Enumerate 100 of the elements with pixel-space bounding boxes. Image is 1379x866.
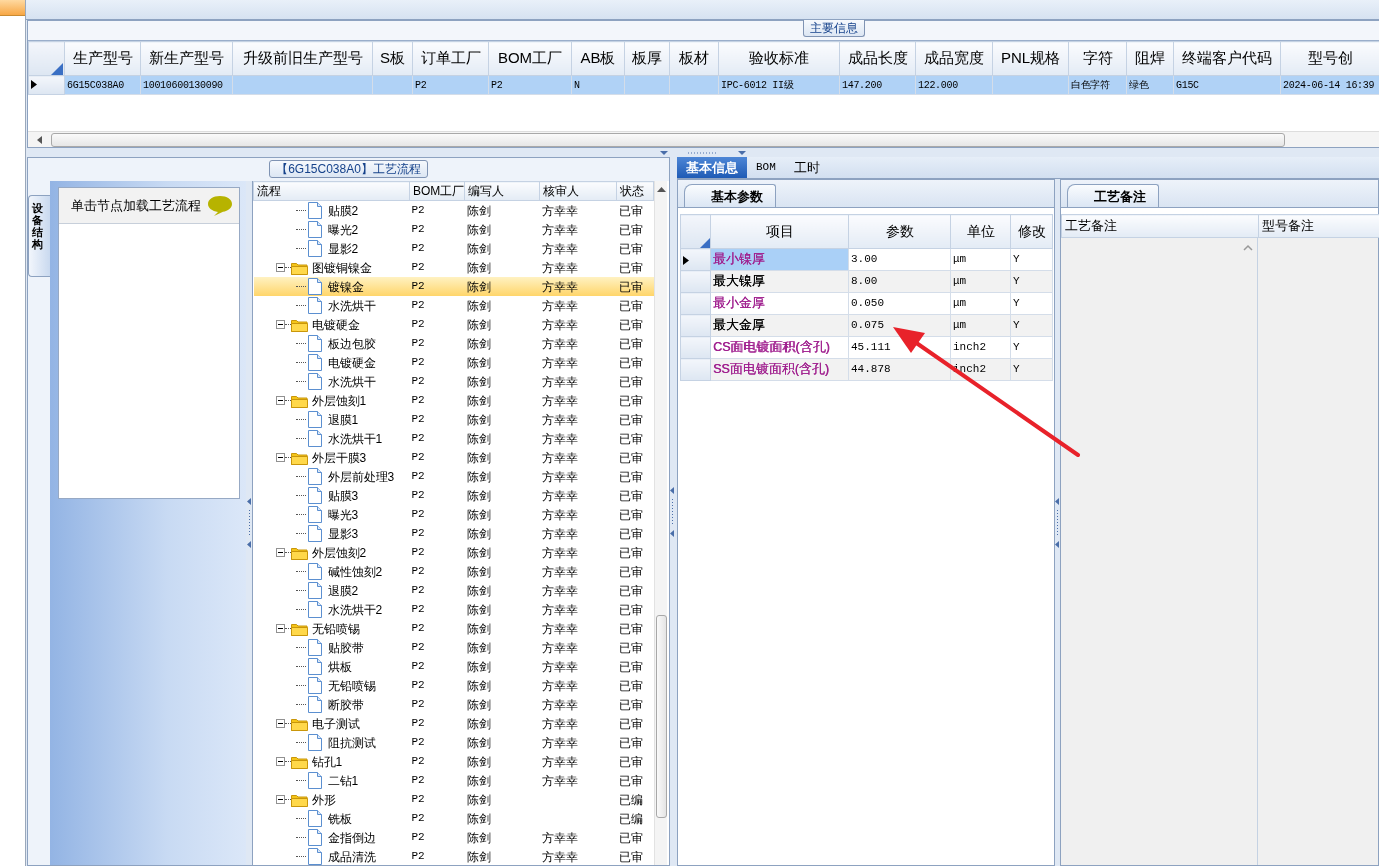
node-label[interactable]: 钻孔1 [311,752,343,771]
side-tab[interactable]: 设备结构 [28,195,50,278]
tree-row[interactable]: 外层干膜3 P2 陈剑 方幸幸 已审 [253,448,654,467]
column-header[interactable]: PNL规格 [992,41,1069,76]
tree-row[interactable]: 外层蚀刻2 P2 陈剑 方幸幸 已审 [253,543,654,562]
node-label[interactable]: 烘板 [327,657,352,676]
collapse-icon[interactable] [275,320,285,329]
collapse-icon[interactable] [275,548,285,557]
tree-row[interactable]: 显影2 P2 陈剑 方幸幸 已审 [253,239,654,258]
table-row[interactable]: 最小金厚 0.050 μm Y [680,292,1053,315]
tree-row[interactable]: 水洗烘干 P2 陈剑 方幸幸 已审 [253,372,654,391]
panel-tab[interactable]: 工艺备注 [1067,183,1159,207]
tree-row[interactable]: 显影3 P2 陈剑 方幸幸 已审 [253,524,654,543]
column-header[interactable]: S板 [372,41,413,76]
tree-row[interactable]: 水洗烘干2 P2 陈剑 方幸幸 已审 [253,600,654,619]
tree-row[interactable]: 二钻1 P2 陈剑 方幸幸 已审 [253,771,654,790]
node-label[interactable]: 碱性蚀刻2 [327,562,383,581]
tree-row[interactable]: 外层前处理3 P2 陈剑 方幸幸 已审 [253,467,654,486]
table-row[interactable]: 6G15C038A0 10010600130090 P2 P2 N IPC-6012 II级 147.200 122.000 白色字符 绿色 G15C 2024-06-14 16:39 [28,75,1379,95]
node-label[interactable]: 显影3 [327,524,359,543]
tree-row[interactable]: 烘板 P2 陈剑 方幸幸 已审 [253,657,654,676]
column-header[interactable]: 字符 [1068,41,1127,76]
node-label[interactable]: 二钻1 [327,771,359,790]
column-header[interactable]: 单位 [950,214,1011,249]
tree-row[interactable]: 铣板 P2 陈剑 已编 [253,809,654,828]
node-label[interactable]: 曝光2 [327,220,359,239]
collapse-icon[interactable] [275,795,285,804]
scrollbar-thumb[interactable] [655,615,667,818]
tree-row[interactable]: 钻孔1 P2 陈剑 方幸幸 已审 [253,752,654,771]
node-label[interactable]: 外层干膜3 [311,448,367,467]
node-label[interactable]: 水洗烘干2 [327,600,383,619]
node-label[interactable]: 贴胶带 [327,638,364,657]
collapse-icon[interactable] [275,263,285,272]
tree-row[interactable]: 贴膜2 P2 陈剑 方幸幸 已审 [253,200,654,220]
tree-row[interactable]: 电子测试 P2 陈剑 方幸幸 已审 [253,714,654,733]
column-header[interactable]: 升级前旧生产型号 [232,41,373,76]
scrollbar-thumb[interactable] [51,132,1285,147]
column-header[interactable]: 核审人 [539,181,617,201]
node-label[interactable]: 退膜1 [327,410,359,429]
node-label[interactable]: 水洗烘干1 [327,429,383,448]
tree-row[interactable]: 电镀硬金 P2 陈剑 方幸幸 已审 [253,315,654,334]
node-label[interactable]: 阻抗测试 [327,733,376,752]
column-header[interactable]: 生产型号 [64,41,141,76]
node-label[interactable]: 贴膜2 [327,201,359,220]
tree-row[interactable]: 曝光3 P2 陈剑 方幸幸 已审 [253,505,654,524]
tree-row[interactable]: 外形 P2 陈剑 已编 [253,790,654,809]
tab[interactable]: 基本信息 [677,157,747,178]
node-label[interactable]: 退膜2 [327,581,359,600]
node-label[interactable]: 无铅喷锡 [327,676,376,695]
column-header[interactable]: BOM工厂 [409,181,465,201]
column-header[interactable]: 阻焊 [1126,41,1174,76]
scroll-up-icon[interactable] [655,185,667,195]
collapse-icon[interactable] [275,624,285,633]
node-label[interactable]: 外形 [311,790,336,809]
column-header[interactable]: 状态 [616,181,654,201]
node-label[interactable]: 外层蚀刻1 [311,391,367,410]
tree-row[interactable]: 退膜1 P2 陈剑 方幸幸 已审 [253,410,654,429]
tab[interactable]: 工时 [784,157,829,178]
tree-row[interactable]: 无铅喷锡 P2 陈剑 方幸幸 已审 [253,619,654,638]
collapse-icon[interactable] [275,757,285,766]
tree-row[interactable]: 断胶带 P2 陈剑 方幸幸 已审 [253,695,654,714]
tree-row[interactable]: 成品清洗 P2 陈剑 方幸幸 已审 [253,847,654,865]
column-header[interactable]: 流程 [253,181,410,201]
table-row[interactable]: 最小镍厚 3.00 μm Y [680,248,1053,271]
collapse-icon[interactable] [275,453,285,462]
node-label[interactable]: 贴膜3 [327,486,359,505]
tree-row[interactable]: 退膜2 P2 陈剑 方幸幸 已审 [253,581,654,600]
node-label[interactable]: 水洗烘干 [327,372,376,391]
node-label[interactable]: 铣板 [327,809,352,828]
table-row[interactable]: 最大金厚 0.075 μm Y [680,314,1053,337]
node-label[interactable]: 显影2 [327,239,359,258]
node-label[interactable]: 外层蚀刻2 [311,543,367,562]
column-header[interactable]: 编写人 [464,181,540,201]
tree-row[interactable]: 贴胶带 P2 陈剑 方幸幸 已审 [253,638,654,657]
node-label[interactable]: 电镀硬金 [327,353,376,372]
column-header[interactable]: 工艺备注 [1061,214,1259,238]
node-label[interactable]: 外层前处理3 [327,467,395,486]
column-header[interactable]: 修改 [1010,214,1053,249]
node-label[interactable]: 金指倒边 [327,828,376,847]
column-header[interactable]: 板厚 [624,41,670,76]
column-header[interactable]: AB板 [571,41,625,76]
collapse-icon[interactable] [275,396,285,405]
node-label[interactable]: 曝光3 [327,505,359,524]
panel-tab[interactable]: 基本参数 [684,183,776,207]
tree-row[interactable]: 电镀硬金 P2 陈剑 方幸幸 已审 [253,353,654,372]
node-label[interactable]: 成品清洗 [327,847,376,865]
splitter-handle[interactable] [246,498,252,548]
tree-row[interactable]: 金指倒边 P2 陈剑 方幸幸 已审 [253,828,654,847]
splitter-handle[interactable] [670,486,675,537]
tab[interactable]: BOM [747,157,785,178]
splitter-handle[interactable] [1055,497,1060,548]
tree-row[interactable]: 无铅喷锡 P2 陈剑 方幸幸 已审 [253,676,654,695]
column-header[interactable]: 订单工厂 [412,41,489,76]
tree-row[interactable]: 阻抗测试 P2 陈剑 方幸幸 已审 [253,733,654,752]
table-row[interactable]: CS面电镀面积(含孔) 45.111 inch2 Y [680,336,1053,359]
column-header[interactable]: BOM工厂 [488,41,572,76]
column-header[interactable]: 参数 [848,214,951,249]
node-label[interactable]: 图镀铜镍金 [311,258,372,277]
column-header[interactable]: 型号创 [1280,41,1379,76]
tree-row[interactable]: 外层蚀刻1 P2 陈剑 方幸幸 已审 [253,391,654,410]
